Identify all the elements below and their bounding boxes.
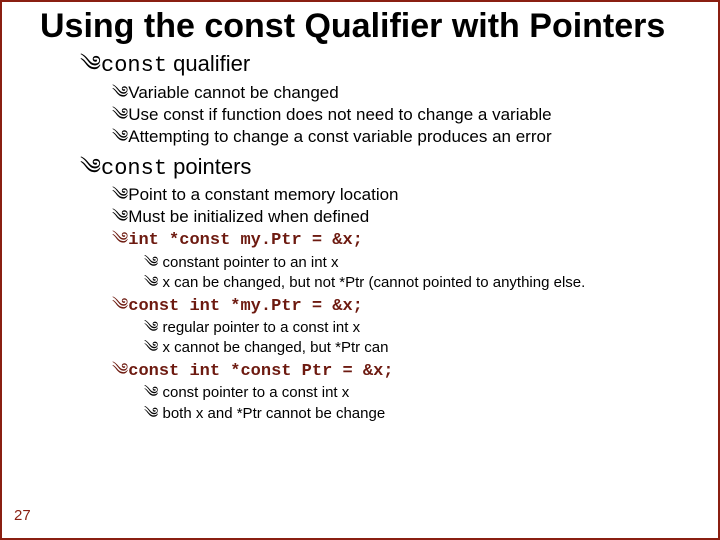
bullet-variable-cannot-change: ༄Variable cannot be changed bbox=[112, 82, 700, 103]
border-left bbox=[0, 0, 2, 540]
section-const-qualifier: ༄const qualifier bbox=[80, 51, 700, 79]
heading-const: const bbox=[101, 53, 167, 78]
bullet-attempting-change: ༄Attempting to change a const variable p… bbox=[112, 126, 700, 147]
code-const-int-const-ptr: ༄const int *const Ptr = &x; bbox=[112, 359, 700, 382]
bullet-icon: ༄ bbox=[112, 185, 128, 204]
bullet-icon: ༄ bbox=[144, 384, 158, 401]
page-number: 27 bbox=[14, 507, 31, 524]
bullet-point-constant-mem: ༄Point to a constant memory location bbox=[112, 184, 700, 205]
bullet-icon: ༄ bbox=[144, 274, 158, 291]
sub-const-ptr-const-int: ༄ const pointer to a const int x bbox=[144, 383, 700, 403]
heading-pointers: pointers bbox=[167, 154, 251, 179]
slide-title: Using the const Qualifier with Pointers bbox=[40, 8, 700, 45]
bullet-icon: ༄ bbox=[112, 207, 128, 226]
code-text: const int *my.Ptr = &x; bbox=[128, 297, 363, 316]
text: Point to a constant memory location bbox=[128, 185, 398, 204]
bullet-use-const: ༄Use const if function does not need to … bbox=[112, 104, 700, 125]
bullet-icon: ༄ bbox=[112, 83, 128, 102]
sub-both-cannot-change: ༄ both x and *Ptr cannot be change bbox=[144, 404, 700, 424]
bullet-icon: ༄ bbox=[80, 51, 101, 76]
code-const-int-ptr: ༄const int *my.Ptr = &x; bbox=[112, 294, 700, 317]
text: x can be changed, but not *Ptr (cannot p… bbox=[163, 274, 586, 291]
code-int-const-ptr: ༄int *const my.Ptr = &x; bbox=[112, 228, 700, 251]
bullet-icon: ༄ bbox=[112, 229, 128, 248]
bullet-icon: ༄ bbox=[144, 319, 158, 336]
text: x cannot be changed, but *Ptr can bbox=[163, 339, 389, 356]
text: regular pointer to a const int x bbox=[163, 319, 361, 336]
bullet-icon: ༄ bbox=[144, 339, 158, 356]
bullet-must-be-initialized: ༄Must be initialized when defined bbox=[112, 206, 700, 227]
text: Must be initialized when defined bbox=[128, 207, 369, 226]
bullet-icon: ༄ bbox=[144, 405, 158, 422]
slide: Using the const Qualifier with Pointers … bbox=[0, 0, 720, 540]
text: Attempting to change a const variable pr… bbox=[128, 127, 551, 146]
bullet-icon: ༄ bbox=[112, 360, 128, 379]
bullet-icon: ༄ bbox=[112, 105, 128, 124]
content-area: Using the const Qualifier with Pointers … bbox=[40, 0, 700, 424]
code-text: const int *const Ptr = &x; bbox=[128, 362, 393, 381]
sub-regular-pointer-const: ༄ regular pointer to a const int x bbox=[144, 318, 700, 338]
code-text: int *const my.Ptr = &x; bbox=[128, 231, 363, 250]
text: constant pointer to an int x bbox=[163, 254, 339, 271]
text: Variable cannot be changed bbox=[128, 83, 338, 102]
sub-constant-pointer-int: ༄ constant pointer to an int x bbox=[144, 253, 700, 273]
bullet-icon: ༄ bbox=[112, 127, 128, 146]
bullet-icon: ༄ bbox=[112, 295, 128, 314]
text: Use const if function does not need to c… bbox=[128, 105, 551, 124]
heading-qualifier: qualifier bbox=[167, 51, 250, 76]
text: both x and *Ptr cannot be change bbox=[163, 405, 386, 422]
sub-x-can-change: ༄ x can be changed, but not *Ptr (cannot… bbox=[144, 273, 700, 293]
text: const pointer to a const int x bbox=[163, 384, 350, 401]
sub-x-cannot-change: ༄ x cannot be changed, but *Ptr can bbox=[144, 338, 700, 358]
bullet-icon: ༄ bbox=[80, 154, 101, 179]
section-const-pointers: ༄const pointers bbox=[80, 154, 700, 182]
heading-const: const bbox=[101, 156, 167, 181]
bullet-icon: ༄ bbox=[144, 254, 158, 271]
